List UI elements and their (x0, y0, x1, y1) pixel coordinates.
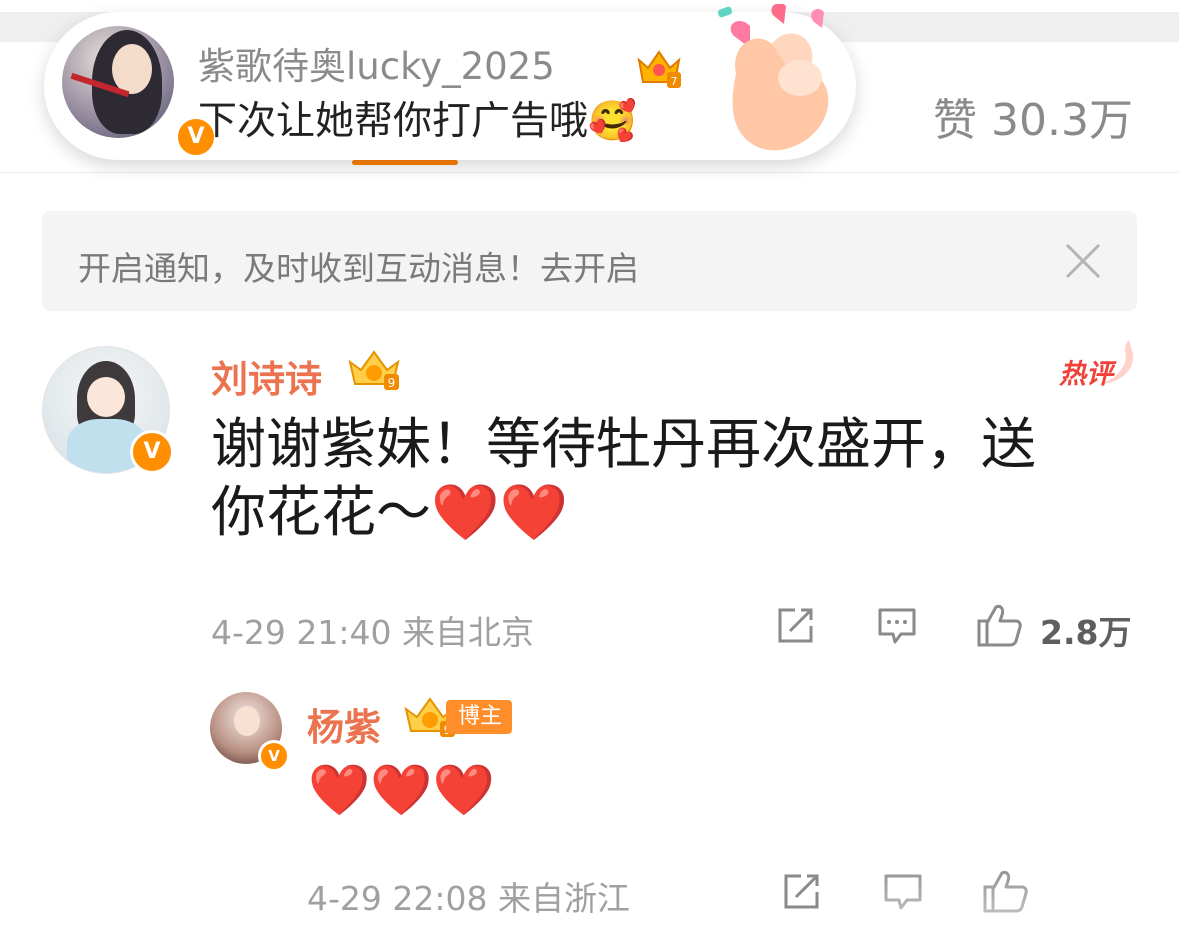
comment-author-name[interactable]: 刘诗诗 (211, 349, 322, 403)
verified-badge-icon: V (258, 740, 290, 772)
toast-username: 紫歌待奥lucky_2025 (198, 45, 555, 88)
toast-message-emoji: 🥰 (588, 99, 637, 144)
toast-message-text: 下次让她帮你打广告哦 (198, 99, 589, 144)
verified-badge-icon: V (130, 430, 174, 474)
reply-text: ❤️❤️❤️ (308, 761, 495, 819)
finger-heart-hand-icon (717, 4, 829, 151)
comment-text: 谢谢紫妹！等待牡丹再次盛开，送你花花～❤️❤️ (211, 412, 1037, 544)
comment-time-location: 4-29 21:40 来自北京 (211, 613, 534, 652)
bottom-fade-overlay (880, 860, 1179, 927)
comment-icon[interactable] (877, 606, 917, 646)
hot-comment-label: 热评 (1059, 359, 1113, 390)
crown-level: 9 (388, 376, 396, 390)
blogger-badge: 博主 (446, 700, 513, 734)
header-divider (0, 172, 1179, 173)
avatar-face (234, 706, 260, 736)
active-tab-indicator (352, 160, 458, 165)
hot-comment-badge: 热评 (1059, 338, 1135, 390)
interaction-toast[interactable]: V 紫歌待奥lucky_2025 7 下次让她帮你打广告哦🥰 (44, 4, 856, 160)
reply-author-name[interactable]: 杨紫 (307, 697, 381, 751)
reply-time-location: 4-29 22:08 来自浙江 (307, 879, 630, 918)
notification-prompt-bar[interactable]: 开启通知，及时收到互动消息！去开启 (42, 211, 1137, 311)
likes-total-tab[interactable]: 赞 30.3万 (933, 84, 1133, 148)
crown-level: 7 (671, 75, 678, 88)
avatar-face (112, 44, 152, 94)
crown-badge-icon[interactable]: 9 (344, 348, 404, 392)
crown-badge-icon: 7 (637, 50, 681, 88)
toast-message: 下次让她帮你打广告哦🥰 (198, 90, 637, 146)
repost-icon[interactable] (781, 872, 821, 912)
comment-like-count: 2.8万 (1040, 613, 1132, 652)
repost-icon[interactable] (775, 606, 815, 646)
notification-prompt-text[interactable]: 开启通知，及时收到互动消息！去开启 (78, 242, 639, 290)
avatar-face (87, 377, 125, 417)
toast-avatar[interactable] (62, 26, 174, 138)
close-icon[interactable] (1063, 241, 1103, 281)
like-thumb-icon[interactable] (976, 603, 1022, 647)
